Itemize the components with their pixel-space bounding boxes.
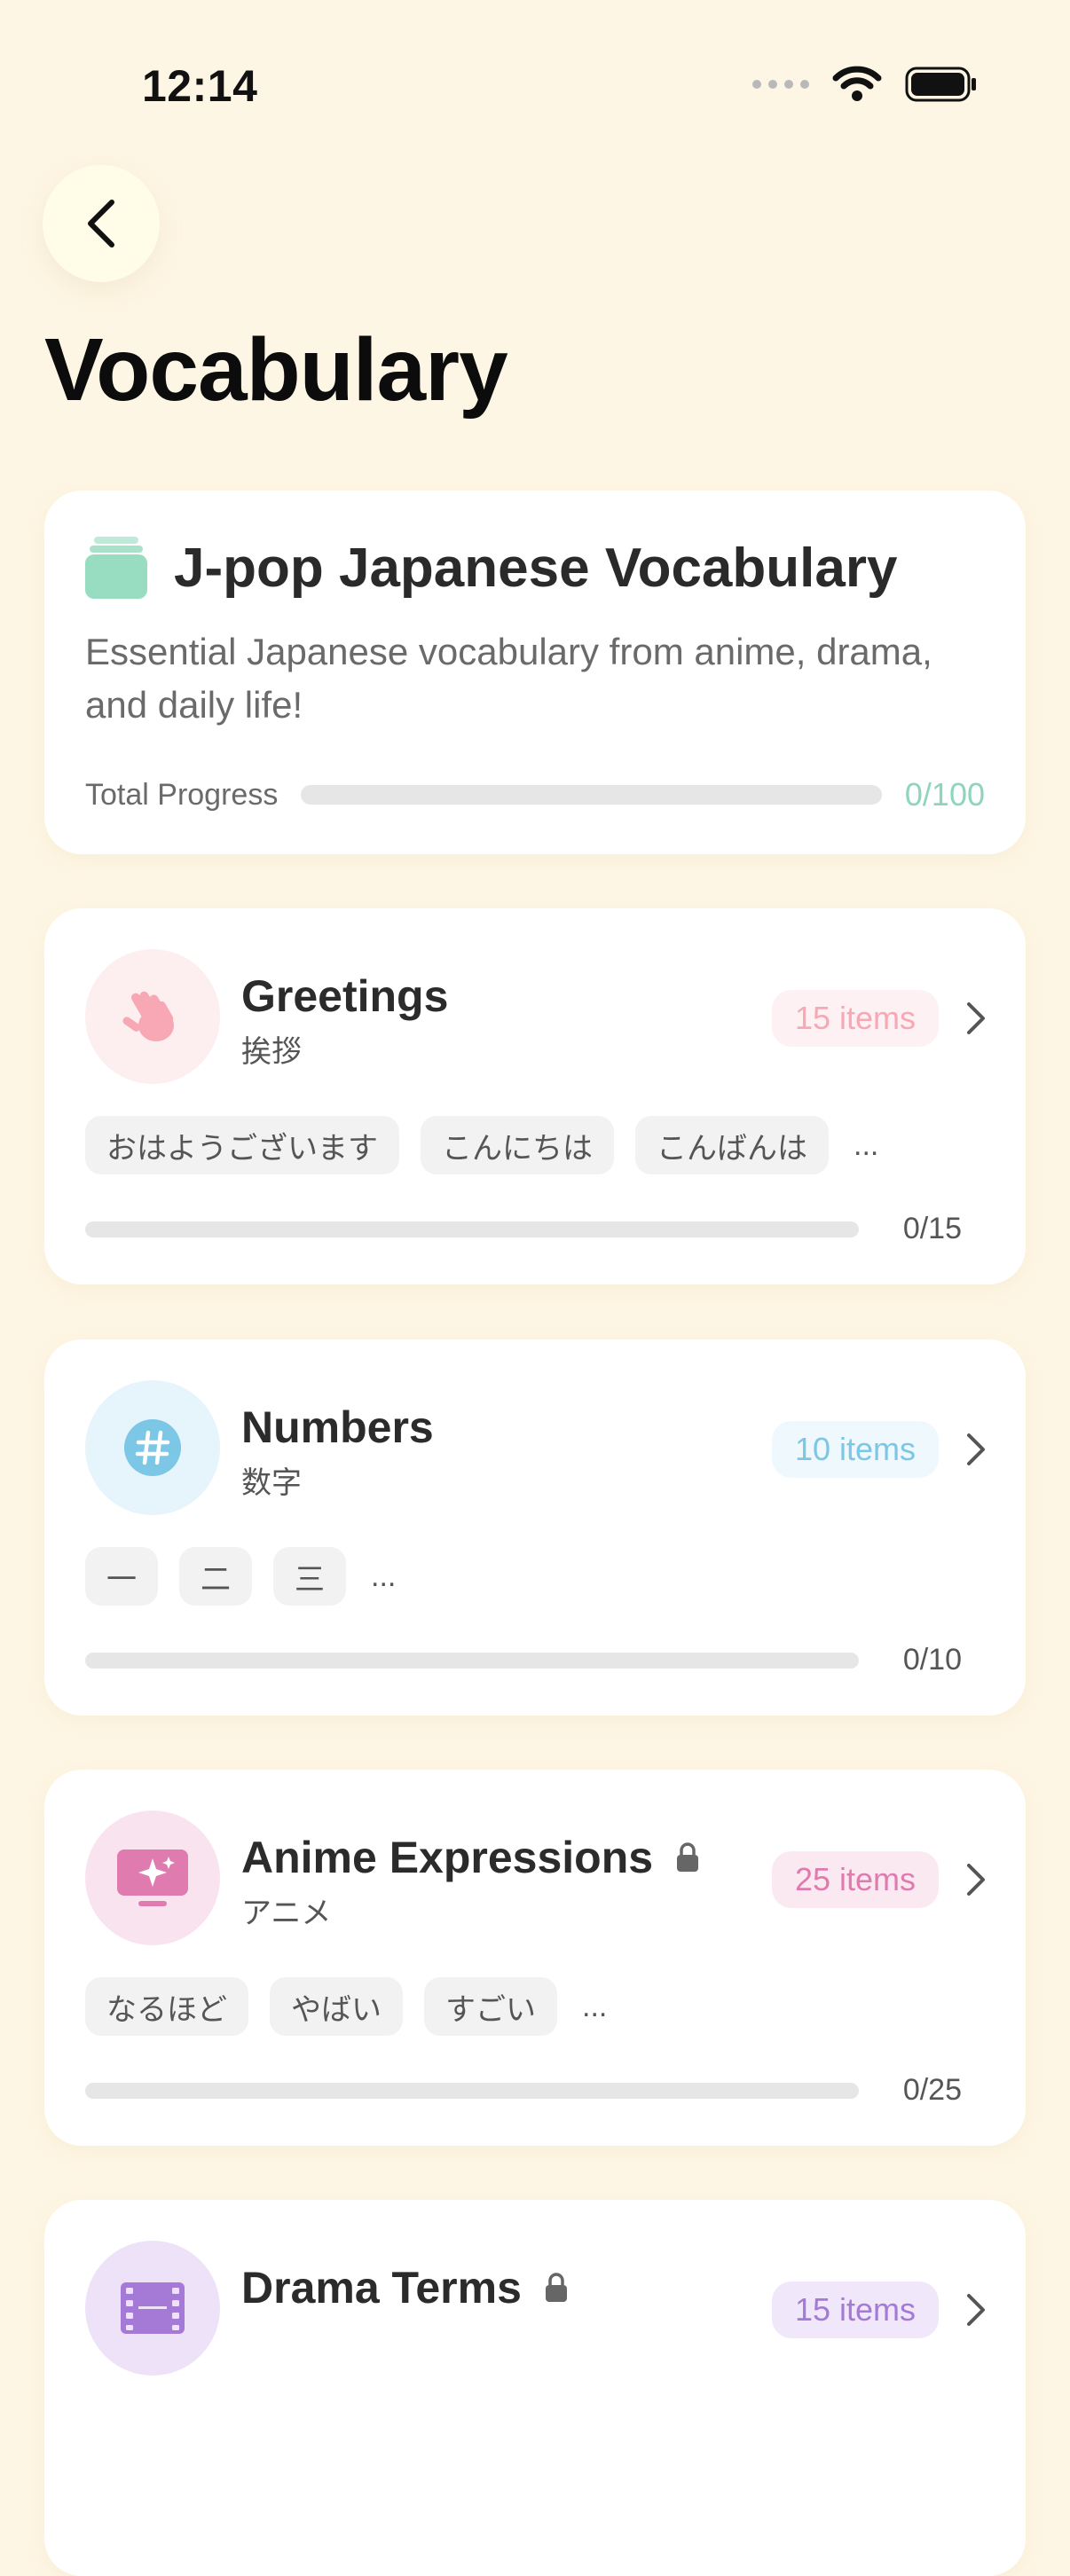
category-card-anime-expressions[interactable]: Anime Expressions アニメ 25 items なるほど やばい … [44, 1770, 1026, 2146]
category-title: Numbers [241, 1402, 434, 1453]
category-card-greetings[interactable]: Greetings 挨拶 15 items おはようございます こんにちは こん… [44, 908, 1026, 1284]
cellular-signal-icon [752, 80, 809, 89]
progress-bar [85, 1652, 859, 1669]
word-chip: 二 [179, 1547, 252, 1606]
word-chip: 三 [273, 1547, 346, 1606]
category-progress: 0/10 [85, 1643, 962, 1677]
progress-count: 0/10 [902, 1643, 962, 1677]
battery-icon [905, 67, 976, 102]
word-chip: やばい [270, 1977, 403, 2036]
waving-hand-icon [122, 991, 174, 1041]
word-chip: すごい [424, 1977, 557, 2036]
category-progress: 0/25 [85, 2073, 962, 2108]
category-progress: 0/15 [85, 1212, 962, 1246]
total-progress: Total Progress 0/100 [85, 776, 985, 813]
category-card-drama-terms[interactable]: Drama Terms 15 items [44, 2200, 1026, 2576]
back-button[interactable] [43, 165, 160, 282]
lock-icon [545, 2273, 567, 2302]
progress-bar [85, 2082, 859, 2099]
word-chip: なるほど [85, 1977, 248, 2036]
chevron-right-icon [967, 1864, 985, 1896]
progress-bar [301, 785, 882, 805]
status-time: 12:14 [142, 61, 258, 111]
progress-label: Total Progress [85, 777, 279, 812]
status-indicators [752, 66, 978, 103]
category-icon-bg [85, 1380, 220, 1515]
summary-title: J-pop Japanese Vocabulary [174, 537, 898, 599]
chevron-right-icon [967, 2294, 985, 2326]
category-title: Anime Expressions [241, 1832, 699, 1883]
more-indicator: ... [854, 1127, 879, 1162]
word-chip: こんにちは [421, 1116, 614, 1174]
category-title-text: Numbers [241, 1402, 434, 1452]
category-title: Greetings [241, 970, 448, 1022]
category-title-text: Anime Expressions [241, 1833, 654, 1882]
word-chip: こんばんは [635, 1116, 829, 1174]
progress-bar [85, 1221, 859, 1237]
item-count-badge: 10 items [771, 1421, 939, 1478]
tv-sparkle-icon [117, 1850, 188, 1906]
chevron-left-icon [88, 200, 114, 247]
item-count-badge: 15 items [771, 2281, 939, 2338]
category-card-numbers[interactable]: Numbers 数字 10 items 一 二 三 ... 0/10 [44, 1339, 1026, 1716]
word-preview-list: なるほど やばい すごい ... [85, 1977, 607, 2036]
category-title-text: Drama Terms [241, 2263, 522, 2313]
page-title: Vocabulary [44, 320, 508, 420]
word-chip: おはようございます [85, 1116, 399, 1174]
category-icon-bg [85, 2241, 220, 2376]
category-subtitle: 挨拶 [241, 1035, 302, 1069]
chevron-right-icon [967, 1433, 985, 1465]
item-count-badge: 15 items [771, 990, 939, 1047]
category-subtitle: 数字 [241, 1466, 302, 1500]
progress-count: 0/100 [904, 776, 985, 813]
more-indicator: ... [371, 1559, 397, 1593]
item-count-badge: 25 items [771, 1851, 939, 1908]
category-icon-bg [85, 949, 220, 1084]
category-title: Drama Terms [241, 2262, 568, 2313]
summary-description: Essential Japanese vocabulary from anime… [85, 631, 932, 726]
progress-count: 0/15 [902, 1212, 962, 1245]
stack-icon [85, 537, 147, 599]
more-indicator: ... [582, 1989, 608, 2023]
chevron-right-icon [967, 1002, 985, 1034]
wifi-icon [832, 66, 882, 101]
vocabulary-summary-card: J-pop Japanese Vocabulary Essential Japa… [44, 491, 1026, 854]
progress-count: 0/25 [902, 2073, 962, 2107]
film-icon [121, 2282, 185, 2334]
category-subtitle: アニメ [241, 1897, 332, 1930]
word-preview-list: 一 二 三 ... [85, 1547, 396, 1606]
word-preview-list: おはようございます こんにちは こんばんは ... [85, 1116, 878, 1174]
category-title-text: Greetings [241, 971, 449, 1021]
word-chip: 一 [85, 1547, 158, 1606]
lock-icon [677, 1842, 699, 1872]
hashtag-icon [124, 1419, 181, 1476]
category-icon-bg [85, 1810, 220, 1945]
